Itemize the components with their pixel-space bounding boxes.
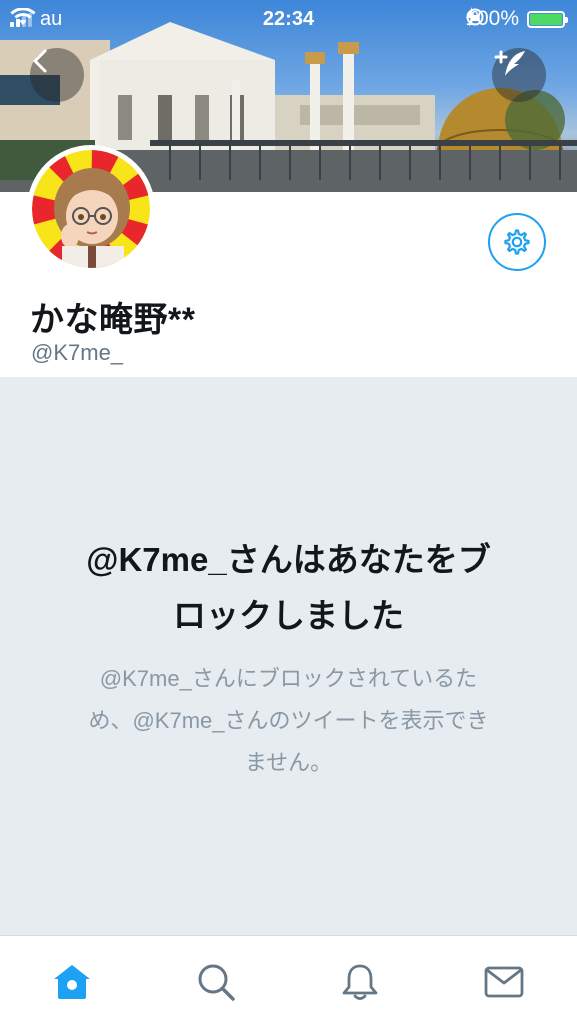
blocked-description-line: ません。 xyxy=(244,750,333,775)
blocked-description-line: @K7me_さんにブロックされているた xyxy=(99,666,478,691)
profile-handle: @K7me_ xyxy=(31,340,124,365)
blocked-description: @K7me_さんにブロックされているた め、@K7me_さんのツイートを表示でき… xyxy=(50,658,527,784)
blocked-description-line: め、@K7me_さんのツイートを表示でき xyxy=(88,708,489,733)
tab-home[interactable] xyxy=(50,960,94,1004)
search-icon xyxy=(198,964,235,1001)
back-button[interactable] xyxy=(30,48,84,102)
blocked-title-line: @K7me_さんはあなたをブ xyxy=(86,541,491,578)
settings-button[interactable] xyxy=(488,213,546,271)
mail-icon xyxy=(484,966,524,998)
gear-icon xyxy=(504,229,530,255)
tab-notifications[interactable] xyxy=(338,960,382,1004)
bell-icon xyxy=(342,964,378,1000)
home-icon xyxy=(54,965,90,999)
avatar[interactable] xyxy=(27,145,155,273)
blocked-title: @K7me_さんはあなたをブ ロックしました xyxy=(40,532,537,644)
compose-tweet-button[interactable] xyxy=(492,48,546,102)
charging-icon xyxy=(466,7,477,27)
display-name: かな晻野** xyxy=(30,301,196,339)
chevron-left-icon xyxy=(33,49,47,73)
battery-icon xyxy=(527,10,568,28)
compose-tweet-icon xyxy=(494,50,525,76)
tab-messages[interactable] xyxy=(482,960,526,1004)
tab-bar xyxy=(0,935,577,1024)
blocked-title-line: ロックしました xyxy=(173,597,404,634)
tab-search[interactable] xyxy=(194,960,238,1004)
avatar-image xyxy=(32,150,150,268)
blocked-notice: @K7me_さんはあなたをブ ロックしました @K7me_さんにブロックされてい… xyxy=(0,377,577,935)
status-bar: au 22:34 100% xyxy=(0,0,577,38)
